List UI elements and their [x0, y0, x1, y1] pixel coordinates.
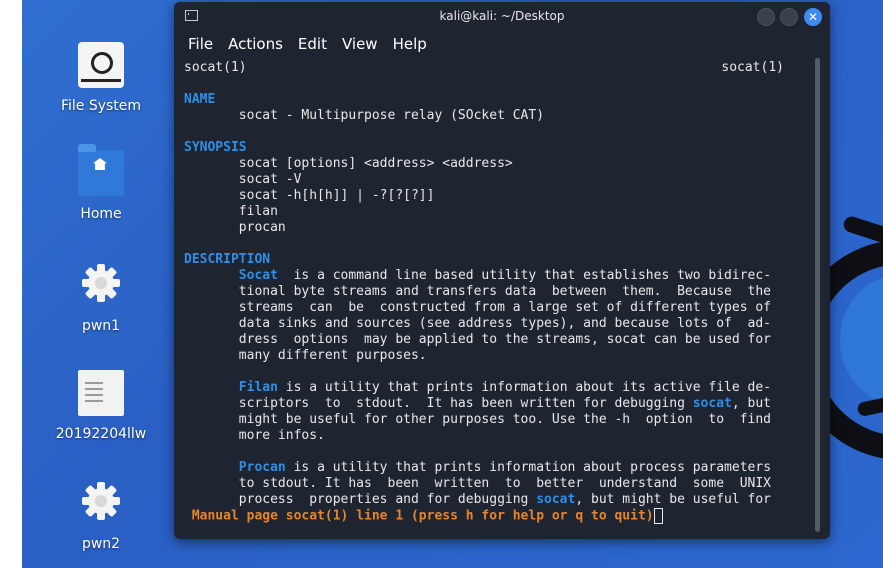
- desktop-icon-20192204llw[interactable]: 20192204llw: [46, 370, 156, 442]
- document-icon: [78, 370, 124, 416]
- description-text: , but might be useful for: [575, 492, 772, 507]
- section-synopsis-heading: SYNOPSIS: [184, 140, 247, 155]
- description-text: is a utility that prints information abo…: [277, 380, 772, 395]
- man-header-left: socat(1): [184, 60, 247, 75]
- desktop-icon-label: pwn2: [81, 536, 121, 552]
- keyword-socat: Socat: [238, 268, 278, 283]
- keyword-socat: socat: [692, 396, 732, 411]
- section-name-heading: NAME: [184, 92, 216, 107]
- description-line: process properties and for debugging soc…: [184, 492, 824, 508]
- description-line: Procan is a utility that prints informat…: [184, 460, 824, 476]
- name-line: socat - Multipurpose relay (SOcket CAT): [184, 108, 545, 123]
- synopsis-line: socat [options] <address> <address>: [184, 156, 513, 171]
- menu-file[interactable]: File: [188, 35, 213, 53]
- terminal-output[interactable]: socat(1) socat(1) NAME socat - Multipurpo…: [174, 58, 824, 539]
- menu-view[interactable]: View: [342, 35, 378, 53]
- title-bar[interactable]: kali@kali: ~/Desktop ✕: [174, 2, 830, 32]
- keyword-procan: Procan: [238, 460, 286, 475]
- minimize-button[interactable]: [757, 8, 775, 26]
- description-line: Filan is a utility that prints informati…: [184, 380, 824, 396]
- text-cursor: [653, 508, 663, 524]
- left-edge-strip: [0, 0, 23, 568]
- description-line: to stdout. It has been written to better…: [184, 476, 771, 491]
- home-folder-icon: [78, 144, 124, 196]
- description-line: scriptors to stdout. It has been written…: [184, 396, 824, 412]
- desktop-icon-file-system[interactable]: File System: [46, 42, 156, 114]
- menu-actions[interactable]: Actions: [228, 35, 283, 53]
- desktop-icon-pwn1[interactable]: pwn1: [46, 262, 156, 334]
- man-header: socat(1) socat(1): [184, 60, 784, 76]
- desktop-icon-label: pwn1: [81, 318, 121, 334]
- description-text: is a utility that prints information abo…: [285, 460, 772, 475]
- man-header-right: socat(1): [721, 60, 784, 75]
- drive-icon: [78, 42, 124, 88]
- description-line: more infos.: [184, 428, 325, 443]
- maximize-button[interactable]: [780, 8, 798, 26]
- menu-help[interactable]: Help: [393, 35, 427, 53]
- pager-status: Manual page socat(1) line 1 (press h for…: [191, 508, 654, 524]
- description-line: might be useful for other purposes too. …: [184, 412, 771, 427]
- description-text: scriptors to stdout. It has been written…: [184, 396, 693, 411]
- description-line: tional byte streams and transfers data b…: [184, 284, 771, 299]
- synopsis-line: socat -V: [184, 172, 302, 187]
- description-line: dress options may be applied to the stre…: [184, 332, 771, 347]
- description-text: process properties and for debugging: [184, 492, 537, 507]
- gear-icon: [78, 262, 124, 308]
- synopsis-line: filan: [184, 204, 278, 219]
- description-line: many different purposes.: [184, 348, 427, 363]
- description-line: data sinks and sources (see address type…: [184, 316, 771, 331]
- window-title: kali@kali: ~/Desktop: [439, 9, 565, 23]
- desktop-icon-label: 20192204llw: [55, 426, 147, 442]
- menu-edit[interactable]: Edit: [298, 35, 327, 53]
- desktop-icon-label: Home: [80, 206, 122, 222]
- house-icon: [93, 158, 107, 170]
- description-line: streams can be constructed from a large …: [184, 300, 771, 315]
- synopsis-line: socat -h[h[h]] | -?[?[?]]: [184, 188, 435, 203]
- menu-bar: File Actions Edit View Help: [174, 32, 830, 58]
- description-line: Socat is a command line based utility th…: [184, 268, 824, 284]
- desktop-icon-pwn2[interactable]: pwn2: [46, 480, 156, 552]
- description-text: , but: [731, 396, 772, 411]
- keyword-socat: socat: [536, 492, 576, 507]
- close-button[interactable]: ✕: [804, 8, 822, 26]
- description-text: is a command line based utility that est…: [277, 268, 772, 283]
- desktop-icon-home[interactable]: Home: [46, 144, 156, 222]
- terminal-window[interactable]: kali@kali: ~/Desktop ✕ File Actions Edit Vi…: [174, 2, 830, 539]
- gear-icon: [78, 480, 124, 526]
- scrollbar[interactable]: [815, 58, 820, 532]
- section-description-heading: DESCRIPTION: [184, 252, 271, 267]
- pager-status-line: Manual page socat(1) line 1 (press h for…: [184, 508, 824, 525]
- keyword-filan: Filan: [238, 380, 278, 395]
- desktop-icon-label: File System: [60, 98, 142, 114]
- synopsis-line: procan: [184, 220, 286, 235]
